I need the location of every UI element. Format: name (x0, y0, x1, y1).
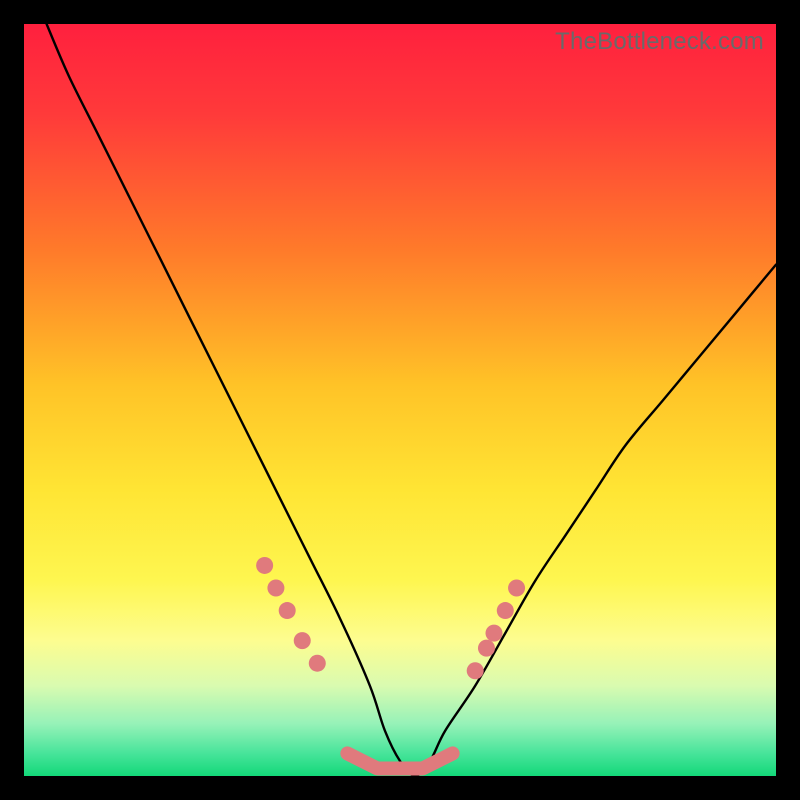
curve-marker (467, 662, 484, 679)
chart-svg (24, 24, 776, 776)
curve-marker (309, 655, 326, 672)
curve-marker (486, 625, 503, 642)
curve-marker (256, 557, 273, 574)
curve-marker (508, 580, 525, 597)
curve-marker (478, 640, 495, 657)
side-markers (256, 557, 525, 679)
watermark-text: TheBottleneck.com (555, 28, 764, 56)
curve-marker (267, 580, 284, 597)
curve-marker (294, 632, 311, 649)
curve-marker (279, 602, 296, 619)
plot-area: TheBottleneck.com (24, 24, 776, 776)
chart-frame: TheBottleneck.com (24, 24, 776, 776)
curve-marker (497, 602, 514, 619)
bottleneck-curve (47, 24, 776, 776)
